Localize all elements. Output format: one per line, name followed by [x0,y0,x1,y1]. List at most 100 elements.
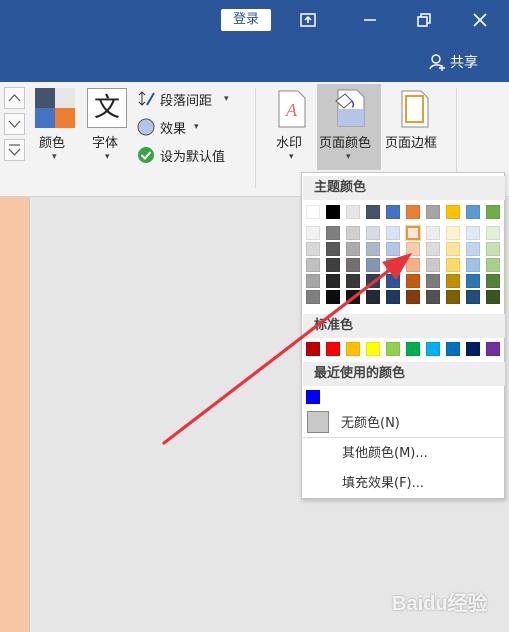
theme-shade-swatch[interactable] [306,258,320,272]
gallery-more[interactable] [4,139,25,161]
theme-shade-swatch[interactable] [346,274,360,288]
colors-button[interactable]: 颜色 ▾ [33,86,77,168]
theme-color-swatch[interactable] [406,205,420,219]
theme-shade-swatch[interactable] [446,290,460,304]
theme-shade-swatch[interactable] [426,242,440,256]
theme-shade-swatch[interactable] [306,226,320,240]
theme-shade-swatch[interactable] [386,290,400,304]
theme-shade-swatch[interactable] [306,242,320,256]
standard-color-swatch[interactable] [366,342,380,356]
standard-color-swatch[interactable] [426,342,440,356]
standard-color-swatch[interactable] [446,342,460,356]
effects-button[interactable]: 效果 ▾ [136,116,216,138]
gallery-scroll-down[interactable] [4,113,25,135]
theme-shade-swatch[interactable] [426,258,440,272]
theme-shade-swatch[interactable] [366,258,380,272]
theme-shade-swatch[interactable] [366,290,380,304]
page-borders-label: 页面边框 [385,136,438,151]
theme-shade-swatch[interactable] [346,258,360,272]
restore-icon[interactable] [412,8,436,32]
no-color-item[interactable]: 无颜色(N) [303,409,505,437]
watermark-logo: Baidu经验 [392,593,488,615]
theme-shade-swatch[interactable] [426,274,440,288]
theme-shade-swatch[interactable] [486,258,500,272]
theme-shade-swatch[interactable] [426,226,440,240]
theme-shade-swatch[interactable] [346,290,360,304]
no-color-label: 无颜色(N) [341,416,400,431]
theme-shade-swatch[interactable] [366,226,380,240]
standard-color-swatch[interactable] [306,342,320,356]
page-borders-icon [401,90,429,128]
theme-shade-swatch[interactable] [466,258,480,272]
page-color-button[interactable]: 页面颜色 ▾ [317,84,381,170]
page-borders-button[interactable]: 页面边框 [383,86,447,168]
theme-shade-swatch[interactable] [326,274,340,288]
theme-shade-swatch[interactable] [346,242,360,256]
chevron-down-icon: ▾ [105,152,110,162]
standard-color-swatch[interactable] [386,342,400,356]
theme-shade-swatch[interactable] [466,226,480,240]
theme-color-swatch[interactable] [466,205,480,219]
theme-shade-swatch[interactable] [466,242,480,256]
theme-shade-swatch[interactable] [326,226,340,240]
theme-shade-swatch[interactable] [326,290,340,304]
standard-color-swatch[interactable] [326,342,340,356]
theme-shade-swatch[interactable] [306,290,320,304]
theme-shade-swatch[interactable] [326,258,340,272]
theme-shade-swatch[interactable] [406,274,420,288]
standard-color-swatch[interactable] [466,342,480,356]
theme-color-swatch[interactable] [486,205,500,219]
set-as-default-button[interactable]: 设为默认值 [136,144,246,166]
login-button[interactable]: 登录 [221,9,271,31]
fonts-button[interactable]: 文 字体 ▾ [86,86,130,168]
watermark-icon: A [278,90,306,128]
theme-shade-swatch[interactable] [386,226,400,240]
close-icon[interactable] [468,8,492,32]
theme-shade-swatch[interactable] [366,242,380,256]
theme-shade-swatch[interactable] [486,290,500,304]
theme-shade-swatch[interactable] [426,290,440,304]
share-button[interactable]: 共享 [428,52,478,72]
theme-shade-swatch[interactable] [466,274,480,288]
ribbon-display-options-icon[interactable] [296,8,320,32]
minimize-icon[interactable] [358,8,382,32]
recent-color-swatch[interactable] [306,390,320,404]
standard-color-swatch[interactable] [346,342,360,356]
fill-effects-item[interactable]: 填充效果(F)... [303,470,505,498]
standard-color-swatch[interactable] [406,342,420,356]
theme-shade-swatch[interactable] [386,258,400,272]
theme-shade-swatch[interactable] [466,290,480,304]
theme-color-swatch[interactable] [306,205,320,219]
paragraph-spacing-button[interactable]: 段落间距 ▾ [136,88,236,110]
no-color-swatch [307,411,329,433]
font-glyph-icon: 文 [87,88,127,128]
theme-color-swatch[interactable] [346,205,360,219]
theme-shade-swatch[interactable] [326,242,340,256]
theme-color-swatch[interactable] [386,205,400,219]
theme-color-swatch[interactable] [426,205,440,219]
theme-shade-swatch[interactable] [446,258,460,272]
theme-shade-swatch[interactable] [486,274,500,288]
theme-color-swatch[interactable] [366,205,380,219]
theme-shade-swatch[interactable] [306,274,320,288]
theme-shade-swatch[interactable] [486,226,500,240]
more-colors-item[interactable]: 其他颜色(M)... [303,440,505,468]
theme-color-swatch[interactable] [446,205,460,219]
theme-color-swatch[interactable] [326,205,340,219]
theme-shade-swatch[interactable] [406,290,420,304]
theme-shade-swatch[interactable] [406,226,420,240]
theme-shade-swatch[interactable] [406,258,420,272]
watermark-button[interactable]: A 水印 ▾ [272,86,312,168]
theme-shade-swatch[interactable] [446,274,460,288]
theme-shade-swatch[interactable] [366,274,380,288]
theme-shade-swatch[interactable] [386,274,400,288]
theme-shade-swatch[interactable] [346,226,360,240]
theme-shade-swatch[interactable] [406,242,420,256]
theme-shade-swatch[interactable] [486,242,500,256]
theme-shade-swatch[interactable] [446,242,460,256]
standard-color-swatch[interactable] [486,342,500,356]
theme-shade-swatch[interactable] [386,242,400,256]
theme-shade-swatch[interactable] [446,226,460,240]
document-page[interactable] [0,197,30,632]
gallery-scroll-up[interactable] [4,87,25,109]
